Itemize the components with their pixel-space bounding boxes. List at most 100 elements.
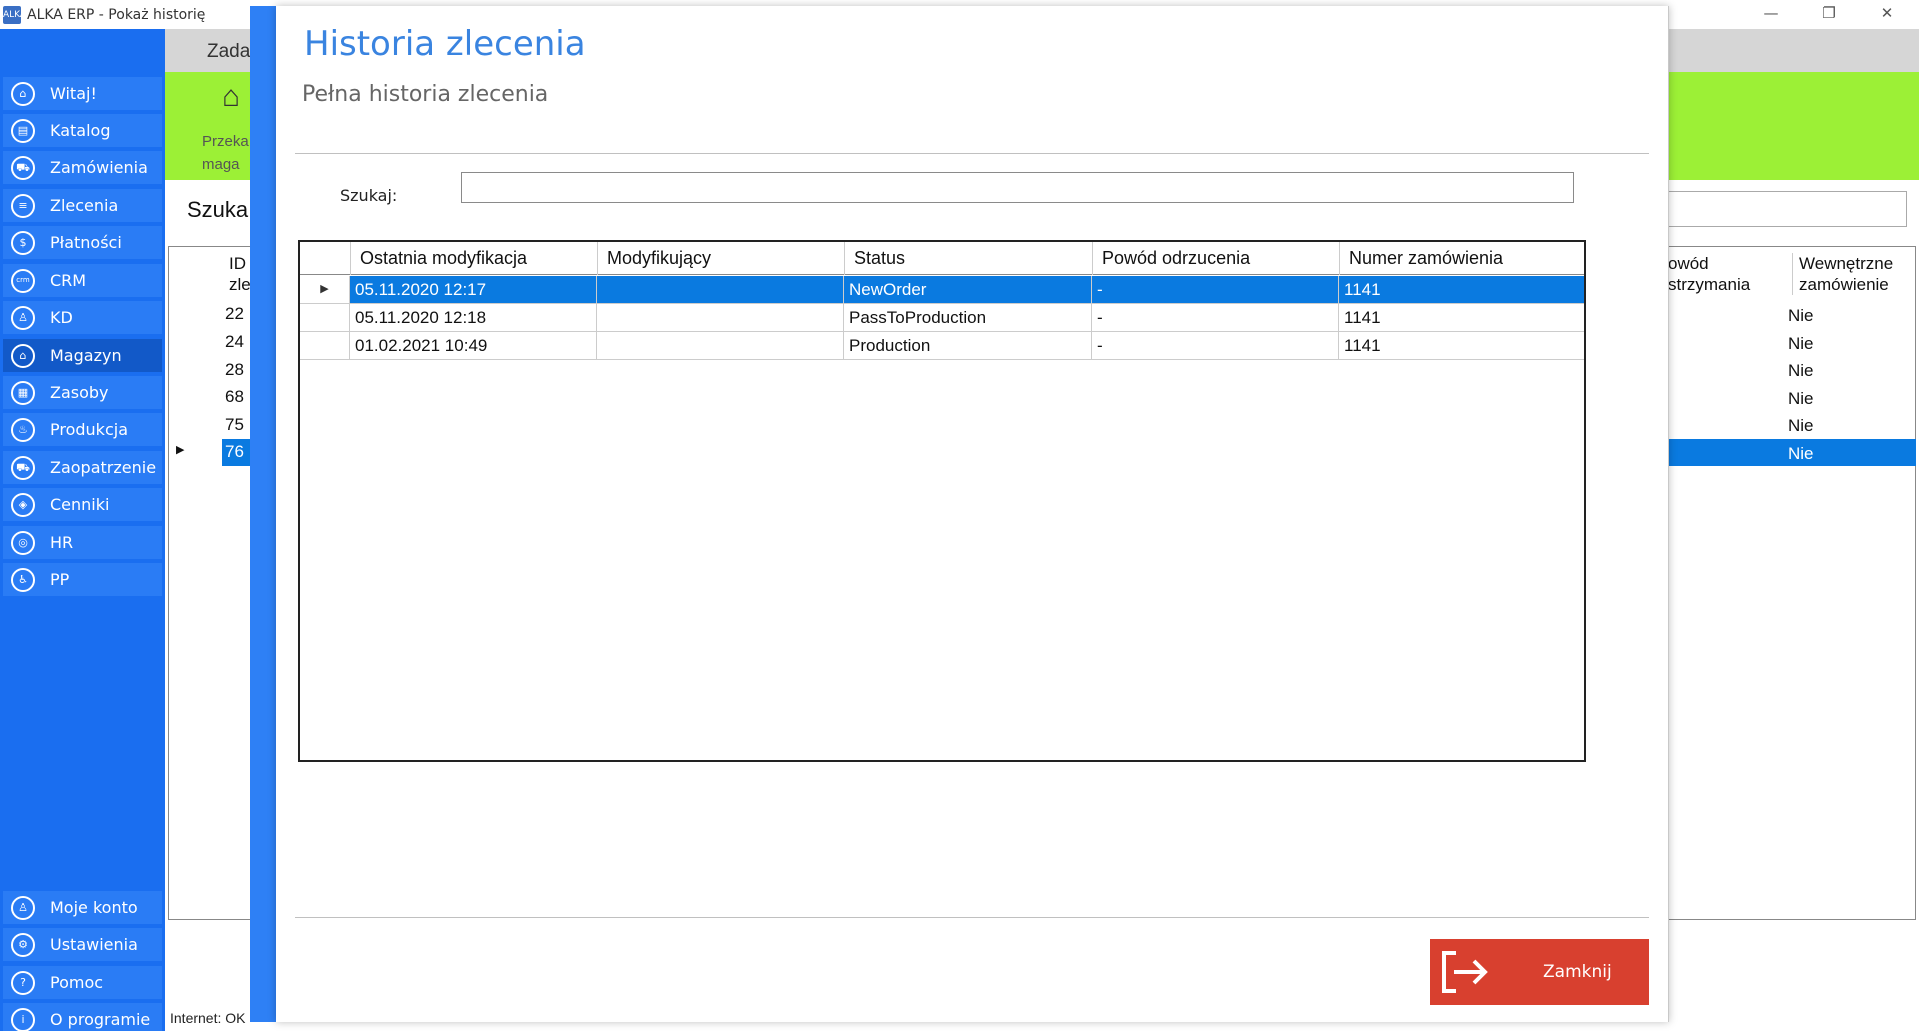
sidebar-item-zaopatrzenie[interactable]: ⛟ Zaopatrzenie (3, 451, 162, 484)
col-header-order-number[interactable]: Numer zamówienia (1339, 242, 1584, 275)
sidebar-item-zlecenia[interactable]: ≡ Zlecenia (3, 189, 162, 222)
search-input[interactable] (461, 172, 1574, 203)
sidebar-item-produkcja[interactable]: ♨ Produkcja (3, 413, 162, 446)
background-cell-internal[interactable]: Nie (1788, 444, 1814, 464)
sidebar-item-magazyn[interactable]: ⌂ Magazyn (3, 339, 162, 372)
sidebar-item-platnosci[interactable]: $ Płatności (3, 226, 162, 259)
sidebar-item-katalog[interactable]: ▤ Katalog (3, 114, 162, 147)
background-cell-internal[interactable]: Nie (1788, 416, 1814, 436)
sidebar-item-crm[interactable]: crm CRM (3, 264, 162, 297)
table-row[interactable]: 01.02.2021 10:49 Production - 1141 (300, 332, 1584, 360)
sidebar-item-kd[interactable]: ♙ KD (3, 301, 162, 334)
minimize-icon[interactable]: — (1748, 0, 1794, 29)
background-cell-id[interactable]: 22 (225, 304, 244, 324)
background-cell-internal[interactable]: Nie (1788, 361, 1814, 381)
sidebar-item-witaj[interactable]: ⌂ Witaj! (3, 77, 162, 110)
background-ribbon-label[interactable]: Przeka maga (202, 130, 249, 176)
history-dialog: Historia zlecenia Pełna historia zleceni… (276, 6, 1669, 1022)
sidebar-item-label: Cenniki (50, 495, 110, 514)
cell-rejection-reason[interactable]: - (1092, 304, 1339, 331)
sidebar-item-pomoc[interactable]: ? Pomoc (3, 966, 162, 999)
cell-status[interactable]: PassToProduction (844, 304, 1092, 331)
cell-order-number[interactable]: 1141 (1339, 304, 1584, 331)
cell-order-number[interactable]: 1141 (1339, 332, 1584, 359)
background-cell-id[interactable]: 76 (225, 442, 244, 462)
header-divider (295, 153, 1649, 154)
cell-rejection-reason[interactable]: - (1092, 276, 1339, 303)
background-cell-id[interactable]: 68 (225, 387, 244, 407)
sidebar-item-label: Ustawienia (50, 935, 138, 954)
sidebar-item-label: Magazyn (50, 346, 122, 365)
header-line: Wewnętrzne (1799, 254, 1894, 273)
background-cell-id[interactable]: 28 (225, 360, 244, 380)
cart-icon: ⛟ (11, 155, 35, 180)
background-search-label: Szuka (187, 197, 249, 222)
close-window-icon[interactable]: ✕ (1864, 0, 1910, 29)
ribbon-label-line1: Przeka (202, 133, 249, 150)
crm-icon: crm (11, 268, 35, 293)
row-header-cell (300, 304, 350, 331)
transfer-warehouse-icon[interactable]: ⌂ (222, 80, 240, 114)
col-header-modified-by[interactable]: Modyfikujący (597, 242, 844, 275)
col-header-rejection-reason[interactable]: Powód odrzucenia (1092, 242, 1339, 275)
cell-last-modified[interactable]: 05.11.2020 12:17 (350, 276, 597, 303)
sidebar-item-o-programie[interactable]: i O programie (3, 1003, 162, 1031)
sidebar-item-zasoby[interactable]: ▦ Zasoby (3, 376, 162, 409)
cell-status[interactable]: Production (844, 332, 1092, 359)
cell-last-modified[interactable]: 05.11.2020 12:18 (350, 304, 597, 331)
header-line: zle (229, 275, 251, 294)
cell-modified-by[interactable] (597, 332, 844, 359)
close-button-label: Zamknij (1543, 962, 1612, 982)
sidebar-item-hr[interactable]: ◎ HR (3, 526, 162, 559)
background-search-input[interactable] (1665, 191, 1907, 227)
background-cell-internal[interactable]: Nie (1788, 306, 1814, 326)
background-cell-internal[interactable]: Nie (1788, 389, 1814, 409)
sidebar-item-label: Zamówienia (50, 158, 148, 177)
sidebar-item-label: PP (50, 570, 70, 589)
background-cell-id[interactable]: 24 (225, 332, 244, 352)
sidebar-item-label: Produkcja (50, 420, 128, 439)
sidebar-item-moje-konto[interactable]: ♙ Moje konto (3, 891, 162, 924)
close-button[interactable]: Zamknij (1430, 939, 1649, 1005)
table-row[interactable]: ▶ 05.11.2020 12:17 NewOrder - 1141 (300, 276, 1584, 304)
app-logo-icon: ALKA (3, 5, 26, 24)
window-title: ALKA ERP - Pokaż historię (27, 6, 206, 23)
sidebar-item-label: Zlecenia (50, 196, 119, 215)
sidebar-item-label: Zaopatrzenie (50, 458, 157, 477)
sidebar-item-label: Katalog (50, 121, 111, 140)
sidebar-item-cenniki[interactable]: ◈ Cenniki (3, 488, 162, 521)
sidebar-item-pp[interactable]: ♿ PP (3, 563, 162, 596)
account-icon: ♙ (11, 895, 35, 920)
sidebar-item-label: KD (50, 308, 73, 327)
col-header-status[interactable]: Status (844, 242, 1092, 275)
background-col-id-header: ID zle (229, 253, 251, 295)
warehouse-icon: ⌂ (11, 343, 35, 368)
search-label: Szukaj: (340, 186, 398, 205)
sidebar-item-label: Płatności (50, 233, 122, 252)
cell-order-number[interactable]: 1141 (1339, 276, 1584, 303)
background-cell-internal[interactable]: Nie (1788, 334, 1814, 354)
person-icon: ♙ (11, 305, 35, 330)
header-line: ID (229, 254, 246, 273)
sidebar-item-label: Moje konto (50, 898, 138, 917)
sidebar-item-label: Witaj! (50, 84, 97, 103)
dollar-icon: $ (11, 230, 35, 255)
home-icon: ⌂ (11, 81, 35, 106)
hr-icon: ◎ (11, 530, 35, 555)
maximize-icon[interactable]: ❐ (1806, 0, 1852, 29)
exit-icon (1442, 951, 1488, 993)
background-cell-id[interactable]: 75 (225, 415, 244, 435)
resources-icon: ▦ (11, 380, 35, 405)
cell-last-modified[interactable]: 01.02.2021 10:49 (350, 332, 597, 359)
cell-rejection-reason[interactable]: - (1092, 332, 1339, 359)
cell-status[interactable]: NewOrder (844, 276, 1092, 303)
header-line: zamówienie (1799, 275, 1889, 294)
table-row[interactable]: 05.11.2020 12:18 PassToProduction - 1141 (300, 304, 1584, 332)
header-line: strzymania (1668, 275, 1751, 294)
cell-modified-by[interactable] (597, 304, 844, 331)
cell-modified-by[interactable] (597, 276, 844, 303)
col-header-last-modified[interactable]: Ostatnia modyfikacja (350, 242, 597, 275)
background-tab-label[interactable]: Zada (207, 41, 250, 63)
sidebar-item-zamowienia[interactable]: ⛟ Zamówienia (3, 151, 162, 184)
sidebar-item-ustawienia[interactable]: ⚙ Ustawienia (3, 928, 162, 961)
